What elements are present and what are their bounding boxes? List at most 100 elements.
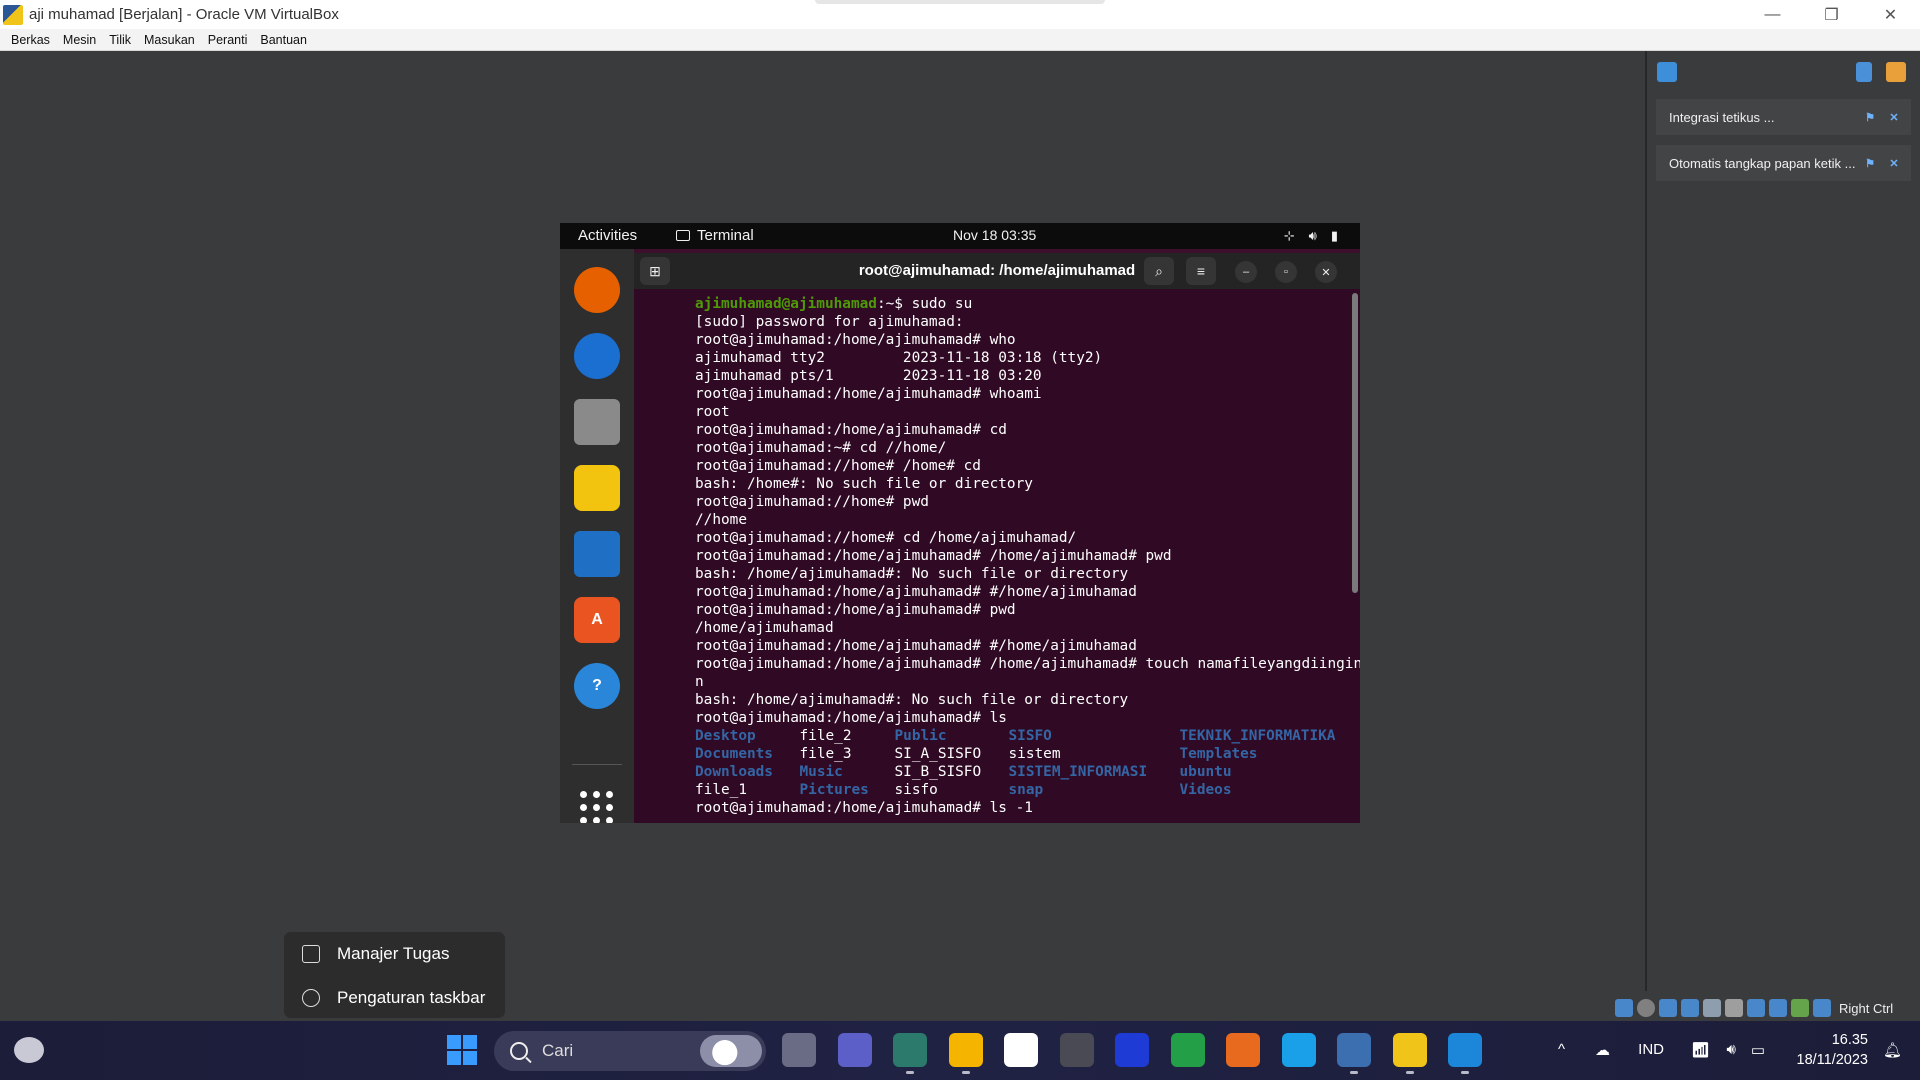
keyboard-capture-icon[interactable] (1813, 999, 1831, 1017)
start-button[interactable] (445, 1033, 479, 1067)
app-menu[interactable]: Terminal (676, 227, 754, 244)
running-indicator (1405, 1071, 1414, 1074)
ls-directory: Pictures (799, 782, 869, 798)
taskbar-clock[interactable]: 16.35 18/11/2023 (1797, 1030, 1869, 1070)
close-notification-icon[interactable]: ✕ (1887, 156, 1901, 170)
clear-all-icon[interactable] (1886, 62, 1906, 82)
onedrive-icon[interactable]: ☁ (1595, 1041, 1610, 1059)
edge-icon[interactable] (1281, 1033, 1316, 1067)
optical-drive-icon[interactable] (1615, 999, 1633, 1017)
firefox-icon[interactable] (574, 267, 620, 313)
volume-icon[interactable]: 🔊︎ (1727, 1041, 1736, 1058)
menu-mesin[interactable]: Mesin (63, 33, 96, 47)
activities-button[interactable]: Activities (578, 227, 637, 244)
virtualbox-icon[interactable] (1337, 1033, 1371, 1067)
notification-text: Integrasi tetikus ... (1669, 109, 1775, 125)
ls-directory: Videos (1179, 782, 1232, 798)
sort-icon[interactable] (1856, 62, 1872, 82)
taskbar-search[interactable]: Cari (494, 1031, 766, 1071)
notification-item[interactable]: Integrasi tetikus ... ⚑ ✕ (1656, 99, 1911, 135)
taskbar-settings-item[interactable]: Pengaturan taskbar (284, 976, 505, 1020)
task-manager-item[interactable]: Manajer Tugas (284, 932, 505, 976)
cpu-icon[interactable] (1769, 999, 1787, 1017)
gear-icon (302, 989, 320, 1007)
battery-icon[interactable]: ▮ (1331, 228, 1338, 244)
xbox-icon[interactable] (1170, 1033, 1205, 1067)
notification-item[interactable]: Otomatis tangkap papan ketik ... ⚑ ✕ (1656, 145, 1911, 181)
file-explorer-icon[interactable] (948, 1033, 983, 1067)
terminal-line: bash: /home#: No such file or directory (695, 476, 1033, 492)
terminal-line: /home/ajimuhamad (695, 620, 834, 636)
display-icon[interactable] (1703, 999, 1721, 1017)
battery-icon[interactable]: ▭ (1751, 1041, 1765, 1059)
windows-logo-icon (447, 1035, 477, 1065)
terminal-scrollbar[interactable] (1352, 293, 1358, 593)
teams-icon[interactable] (837, 1033, 872, 1067)
ls-file: sistem (1008, 746, 1061, 762)
network-icon[interactable]: ⊹ (1284, 228, 1295, 244)
ubuntu-guest-screen[interactable]: Activities Terminal Nov 18 03:35 ⊹ 🔊︎ ▮ … (560, 223, 1360, 823)
rhythmbox-icon[interactable] (574, 465, 620, 511)
pin-icon[interactable]: ⚑ (1863, 110, 1877, 124)
tray-overflow-chevron[interactable]: ^ (1558, 1041, 1565, 1058)
network-adapter-icon[interactable] (1747, 999, 1765, 1017)
terminal-line: root@ajimuhamad:/home/ajimuhamad# cd (695, 422, 1007, 438)
virtualbox-vm-icon[interactable] (1392, 1033, 1427, 1067)
audio-icon[interactable] (1637, 999, 1655, 1017)
ls-directory: Downloads (695, 764, 773, 780)
restore-button[interactable]: ❐ (1802, 0, 1861, 29)
writer-icon[interactable] (574, 531, 620, 577)
menu-peranti[interactable]: Peranti (208, 33, 248, 47)
terminal-line: root (695, 404, 730, 420)
firefox-taskbar-icon[interactable] (1226, 1033, 1260, 1067)
running-indicator (1461, 1071, 1469, 1074)
files-icon[interactable] (574, 399, 620, 445)
clock-date: 18/11/2023 (1796, 1052, 1869, 1068)
notification-bell-icon[interactable]: 🔔︎ (1883, 1041, 1902, 1059)
shared-folder-icon[interactable] (1681, 999, 1699, 1017)
menu-masukan[interactable]: Masukan (144, 33, 195, 47)
terminal-line: root@ajimuhamad:/home/ajimuhamad# /home/… (695, 656, 1360, 672)
ls-file: sisfo (894, 782, 938, 798)
ls-directory: SISTEM_INFORMASI (1008, 764, 1148, 780)
pin-icon[interactable]: ⚑ (1863, 156, 1877, 170)
volume-icon[interactable]: 🔊︎ (1309, 228, 1317, 244)
mouse-integration-icon[interactable] (1791, 999, 1809, 1017)
app-paint-icon[interactable] (1448, 1033, 1482, 1067)
menu-berkas[interactable]: Berkas (11, 33, 50, 47)
weather-widget-icon[interactable] (14, 1037, 44, 1063)
terminal-output[interactable]: ajimuhamad@ajimuhamad:~$ sudo su [sudo] … (634, 289, 1360, 823)
menu-bantuan[interactable]: Bantuan (260, 33, 307, 47)
ms-store-icon[interactable] (1004, 1033, 1038, 1067)
terminal-close-icon[interactable]: ✕ (1315, 261, 1337, 283)
menu-tilik[interactable]: Tilik (109, 33, 131, 47)
task-view-icon[interactable] (782, 1033, 816, 1067)
app-blue-icon[interactable] (1115, 1033, 1149, 1067)
wifi-icon[interactable]: 📶︎ (1691, 1041, 1710, 1059)
search-icon[interactable]: ⌕ (1144, 257, 1174, 285)
close-button[interactable]: ✕ (1861, 0, 1920, 29)
language-indicator[interactable]: IND (1638, 1041, 1664, 1058)
usb-icon[interactable] (1659, 999, 1677, 1017)
terminal-minimize-icon[interactable]: – (1235, 261, 1257, 283)
notification-center-icon[interactable] (1657, 62, 1677, 82)
terminal-line: root@ajimuhamad://home# pwd (695, 494, 929, 510)
gnome-clock[interactable]: Nov 18 03:35 (953, 227, 1036, 243)
search-icon (510, 1042, 528, 1060)
app-green-icon[interactable] (893, 1033, 927, 1067)
hamburger-menu-icon[interactable]: ≡ (1186, 257, 1216, 285)
unity-icon[interactable] (1059, 1033, 1094, 1067)
minimize-button[interactable]: — (1743, 0, 1802, 29)
help-icon[interactable]: ? (574, 663, 620, 709)
software-icon[interactable]: A (574, 597, 620, 643)
task-manager-label: Manajer Tugas (337, 944, 450, 963)
title-notch (815, 0, 1105, 4)
show-apps-icon[interactable] (580, 791, 614, 823)
ls-directory: Desktop (695, 728, 756, 744)
thunderbird-icon[interactable] (574, 333, 620, 379)
terminal-maximize-icon[interactable]: ▫ (1275, 261, 1297, 283)
close-notification-icon[interactable]: ✕ (1887, 110, 1901, 124)
terminal-line: ajimuhamad pts/1 2023-11-18 03:20 (695, 368, 1042, 384)
recording-icon[interactable] (1725, 999, 1743, 1017)
ls-directory: Templates (1179, 746, 1258, 762)
